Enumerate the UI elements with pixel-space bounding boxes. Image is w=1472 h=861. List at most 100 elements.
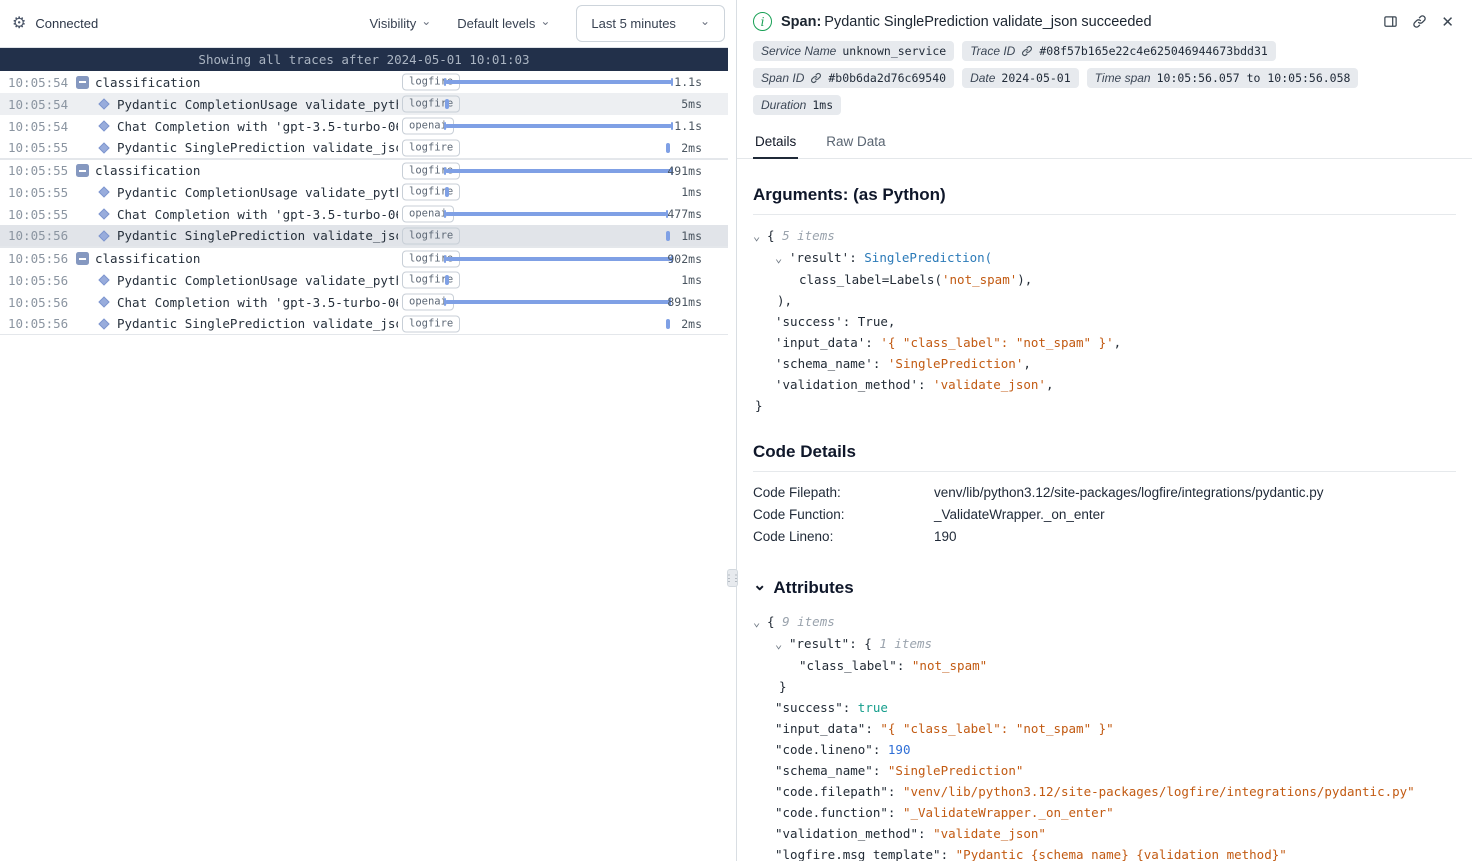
trace-row[interactable]: 10:05:56Pydantic CompletionUsage validat… bbox=[0, 269, 728, 291]
trace-row[interactable]: 10:05:54Pydantic CompletionUsage validat… bbox=[0, 93, 728, 115]
default-levels-dropdown[interactable]: Default levels ⌄ bbox=[457, 16, 550, 31]
resizer-grip-icon[interactable]: ⋮⋮ bbox=[727, 569, 738, 587]
duration-bar-track bbox=[445, 229, 672, 243]
code-detail-row: Code Lineno:190 bbox=[753, 526, 1456, 548]
trace-timestamp: 10:05:54 bbox=[8, 75, 70, 90]
close-icon[interactable]: ✕ bbox=[1441, 13, 1454, 31]
span-header: i Span:Pydantic SinglePrediction validat… bbox=[737, 0, 1472, 39]
code-token: : bbox=[849, 636, 864, 651]
code-token: "venv/lib/python3.12/site-packages/logfi… bbox=[903, 784, 1415, 799]
code-token: SinglePrediction( bbox=[864, 250, 992, 265]
trace-row-main: 10:05:56Pydantic SinglePrediction valida… bbox=[0, 313, 398, 334]
span-badge: Service Nameunknown_service bbox=[753, 41, 954, 61]
code-token: { bbox=[767, 228, 782, 243]
duration-bar bbox=[445, 169, 672, 173]
trace-timestamp: 10:05:56 bbox=[8, 251, 70, 266]
trace-row[interactable]: 10:05:56Chat Completion with 'gpt-3.5-tu… bbox=[0, 291, 728, 313]
time-range-dropdown[interactable]: Last 5 minutes ⌄ bbox=[576, 5, 725, 42]
visibility-dropdown[interactable]: Visibility ⌄ bbox=[370, 16, 432, 31]
attributes-code-block: ⌄{ 9 items⌄"result": { 1 items"class_lab… bbox=[753, 611, 1456, 861]
code-line: 'schema_name': 'SinglePrediction', bbox=[753, 353, 1456, 374]
trace-timestamp: 10:05:55 bbox=[8, 140, 70, 155]
link-icon bbox=[1021, 45, 1033, 57]
trace-name: classification bbox=[95, 75, 398, 90]
trace-row[interactable]: 10:05:56Pydantic SinglePrediction valida… bbox=[0, 313, 728, 335]
badge-value: #08f57b165e22c4e625046944673bdd31 bbox=[1039, 44, 1267, 58]
trace-row[interactable]: 10:05:54Chat Completion with 'gpt-3.5-tu… bbox=[0, 115, 728, 137]
trace-duration: 891ms bbox=[667, 295, 702, 309]
code-line: "code.lineno": 190 bbox=[753, 739, 1456, 760]
code-detail-value: _ValidateWrapper._on_enter bbox=[934, 504, 1105, 526]
code-line: ), bbox=[753, 290, 1456, 311]
collapse-chevron-icon[interactable]: ⌄ bbox=[753, 578, 766, 594]
tab-details[interactable]: Details bbox=[753, 127, 798, 158]
code-token: : bbox=[918, 826, 933, 841]
code-line: } bbox=[753, 395, 1456, 416]
code-token: { bbox=[864, 636, 879, 651]
panel-resizer[interactable]: ⋮⋮ bbox=[728, 0, 737, 861]
duration-bar-track bbox=[445, 119, 672, 133]
span-title-text: Pydantic SinglePrediction validate_json … bbox=[824, 14, 1151, 30]
detail-tabs: Details Raw Data bbox=[737, 127, 1472, 159]
code-token: 'result': bbox=[789, 250, 864, 265]
collapse-chevron-icon[interactable]: ⌄ bbox=[775, 248, 789, 269]
span-detail-panel: i Span:Pydantic SinglePrediction validat… bbox=[737, 0, 1472, 861]
code-token: 'input_data': bbox=[775, 335, 880, 350]
collapse-chevron-icon[interactable]: ⌄ bbox=[775, 634, 789, 655]
span-diamond-icon bbox=[98, 142, 109, 153]
code-detail-label: Code Lineno: bbox=[753, 526, 934, 548]
collapse-chevron-icon[interactable]: ⌄ bbox=[753, 226, 767, 247]
trace-name: Pydantic CompletionUsage validate_python bbox=[117, 273, 398, 288]
duration-bar-track bbox=[445, 75, 672, 89]
code-token: : bbox=[865, 721, 880, 736]
visibility-label: Visibility bbox=[370, 16, 417, 31]
trace-row[interactable]: 10:05:56Pydantic SinglePrediction valida… bbox=[0, 225, 728, 247]
code-token: { bbox=[767, 614, 782, 629]
code-line: ⌄"result": { 1 items bbox=[753, 633, 1456, 655]
collapse-toggle-icon[interactable] bbox=[76, 164, 89, 177]
trace-duration: 2ms bbox=[681, 141, 702, 155]
span-badge: Date2024-05-01 bbox=[962, 68, 1079, 88]
span-badges: Service Nameunknown_service Trace ID#08f5… bbox=[737, 39, 1437, 127]
trace-row[interactable]: 10:05:54classificationlogfire1.1s bbox=[0, 71, 728, 93]
code-line: 'input_data': '{ "class_label": "not_spa… bbox=[753, 332, 1456, 353]
trace-row[interactable]: 10:05:55classificationlogfire491ms bbox=[0, 159, 728, 181]
trace-name: classification bbox=[95, 163, 398, 178]
code-token: "input_data" bbox=[775, 721, 865, 736]
trace-row[interactable]: 10:05:55Pydantic SinglePrediction valida… bbox=[0, 137, 728, 159]
span-header-icons: ✕ bbox=[1383, 13, 1456, 31]
duration-bar-track bbox=[445, 185, 672, 199]
span-badge: Duration1ms bbox=[753, 95, 841, 115]
code-token: 'SinglePrediction' bbox=[888, 356, 1023, 371]
traces-banner: Showing all traces after 2024-05-01 10:0… bbox=[0, 48, 728, 71]
code-token: "code.lineno" bbox=[775, 742, 873, 757]
code-line: "code.filepath": "venv/lib/python3.12/si… bbox=[753, 781, 1456, 802]
dock-panel-icon[interactable] bbox=[1383, 14, 1398, 29]
trace-row[interactable]: 10:05:56classificationlogfire902ms bbox=[0, 247, 728, 269]
trace-row-main: 10:05:56Pydantic SinglePrediction valida… bbox=[0, 225, 398, 246]
code-line: ⌄{ 5 items bbox=[753, 225, 1456, 247]
settings-gear-icon[interactable]: ⚙ bbox=[12, 16, 26, 32]
code-token: } bbox=[779, 679, 787, 694]
collapse-chevron-icon[interactable]: ⌄ bbox=[753, 612, 767, 633]
trace-row-main: 10:05:55Chat Completion with 'gpt-3.5-tu… bbox=[0, 203, 398, 225]
chevron-down-icon: ⌄ bbox=[540, 15, 550, 27]
collapse-toggle-icon[interactable] bbox=[76, 76, 89, 89]
collapse-toggle-icon[interactable] bbox=[76, 252, 89, 265]
trace-row[interactable]: 10:05:55Pydantic CompletionUsage validat… bbox=[0, 181, 728, 203]
permalink-icon[interactable] bbox=[1412, 14, 1427, 29]
trace-timestamp: 10:05:55 bbox=[8, 163, 70, 178]
duration-bar-track bbox=[445, 164, 672, 178]
badge-label: Span ID bbox=[761, 71, 804, 85]
span-diamond-icon bbox=[98, 230, 109, 241]
trace-duration: 902ms bbox=[667, 252, 702, 266]
tab-raw-data[interactable]: Raw Data bbox=[824, 127, 887, 158]
duration-bar bbox=[445, 257, 672, 261]
trace-row[interactable]: 10:05:55Chat Completion with 'gpt-3.5-tu… bbox=[0, 203, 728, 225]
span-badge[interactable]: Trace ID#08f57b165e22c4e625046944673bdd3… bbox=[962, 41, 1276, 61]
code-token: } bbox=[755, 398, 763, 413]
code-detail-value: venv/lib/python3.12/site-packages/logfir… bbox=[934, 482, 1323, 504]
span-badge[interactable]: Span ID#b0b6da2d76c69540 bbox=[753, 68, 954, 88]
code-token: class_label=Labels( bbox=[799, 272, 942, 287]
duration-bar bbox=[666, 143, 670, 153]
